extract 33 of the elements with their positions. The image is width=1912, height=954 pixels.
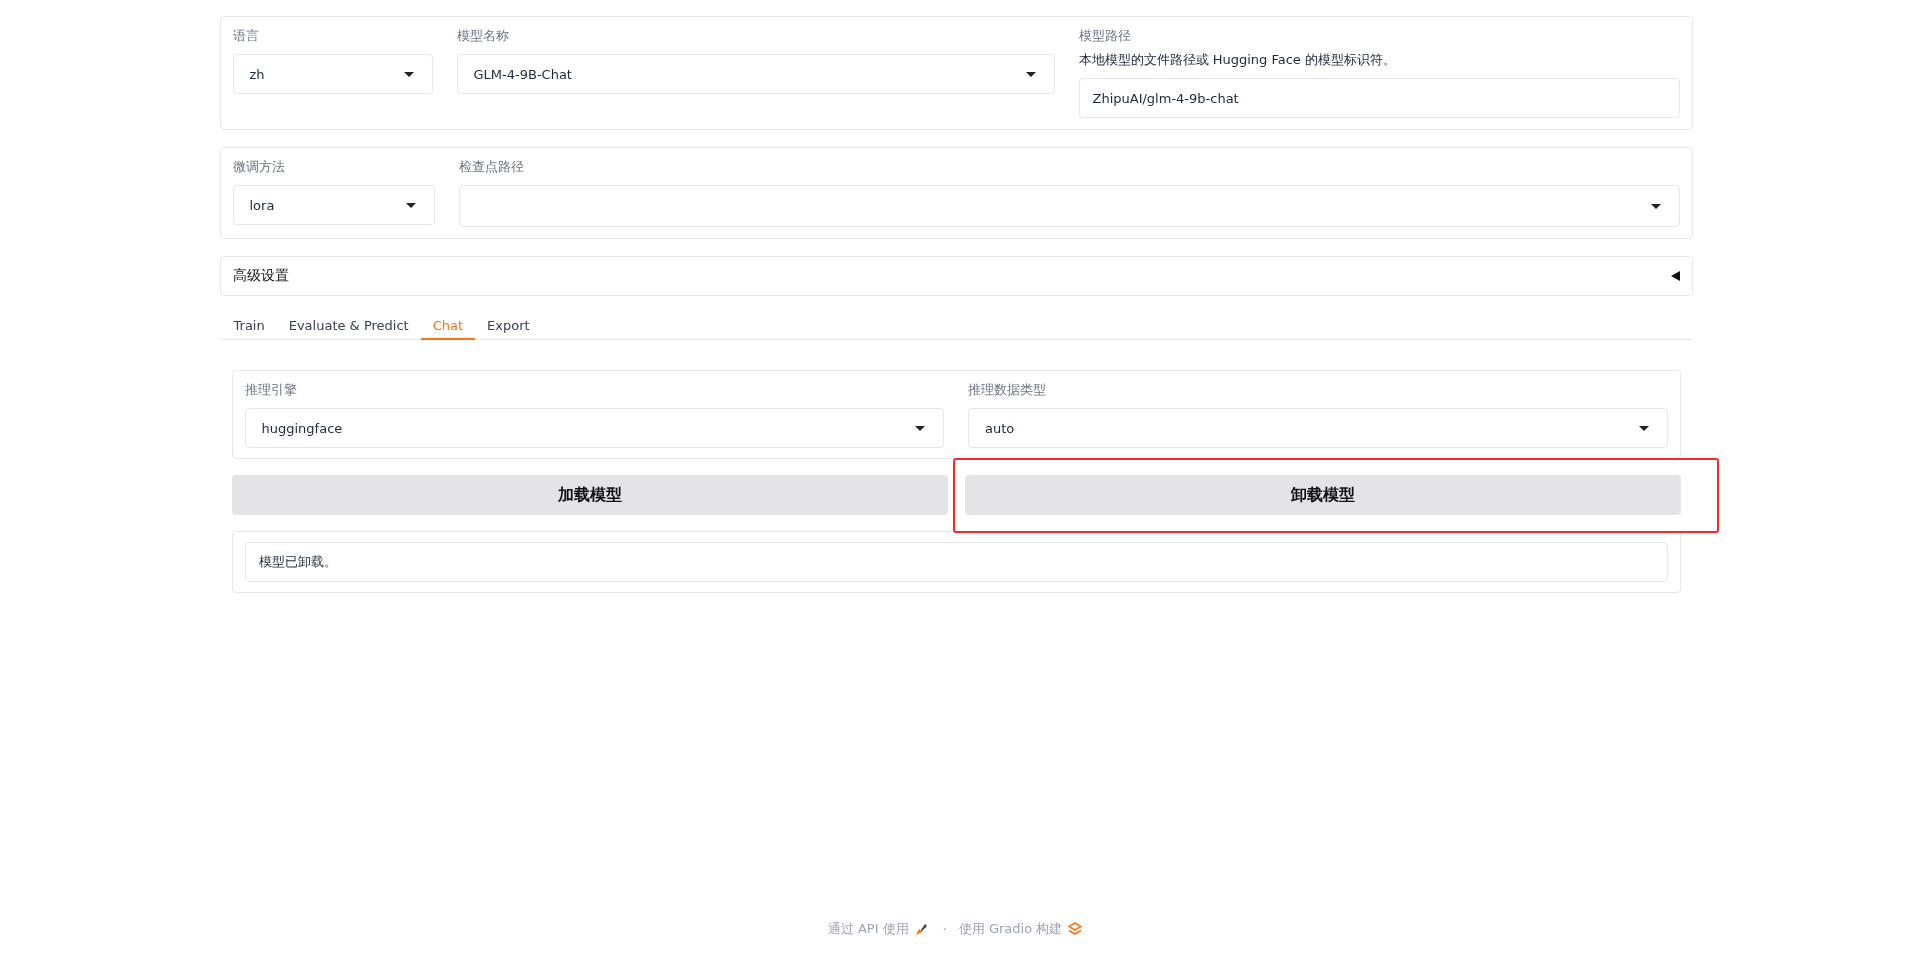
finetuning-method-dropdown[interactable]: lora <box>232 185 435 225</box>
caret-icon <box>1025 71 1036 77</box>
inference-engine-dropdown[interactable]: huggingface <box>244 408 944 448</box>
tab[interactable]: Export <box>475 312 542 340</box>
field-label: 模型名称 <box>456 27 510 45</box>
field-info-text: 本地模型的文件路径或 Hugging Face 的模型标识符。 <box>1078 51 1397 69</box>
caret-icon <box>403 71 414 77</box>
field-label: 语言 <box>232 27 260 45</box>
inference-dtype-dropdown[interactable]: auto <box>968 408 1668 448</box>
caret-icon <box>405 202 416 208</box>
field-label: 模型路径 <box>1078 27 1132 45</box>
tab[interactable]: Train <box>221 312 277 340</box>
model-path-input[interactable]: ZhipuAI/glm-4-9b-chat <box>1078 78 1680 118</box>
caret-icon <box>1650 203 1661 209</box>
language-dropdown[interactable]: zh <box>232 54 433 94</box>
caret-icon <box>915 425 925 431</box>
field-label: 微调方法 <box>232 158 286 176</box>
status-output-field[interactable]: 模型已卸载。 <box>244 542 1668 582</box>
field-label: 推理引擎 <box>244 381 298 399</box>
accordion-title: 高级设置 <box>232 267 289 285</box>
checkpoint-path-dropdown[interactable] <box>458 185 1680 227</box>
caret-icon <box>1638 425 1649 431</box>
separator-dot: · <box>942 921 947 937</box>
collapse-triangle-icon <box>1670 271 1680 281</box>
rocket-icon <box>914 922 929 936</box>
field-label: 推理数据类型 <box>968 381 1047 399</box>
gradio-logo-icon <box>1068 922 1083 936</box>
action-button[interactable]: 卸载模型 <box>964 475 1681 515</box>
advanced-settings-accordion[interactable]: 高级设置 <box>219 256 1693 296</box>
field-label: 检查点路径 <box>458 158 525 176</box>
tab[interactable]: Evaluate & Predict <box>276 312 421 340</box>
action-button[interactable]: 加载模型 <box>231 475 948 515</box>
model-name-dropdown[interactable]: GLM-4-9B-Chat <box>456 54 1055 94</box>
